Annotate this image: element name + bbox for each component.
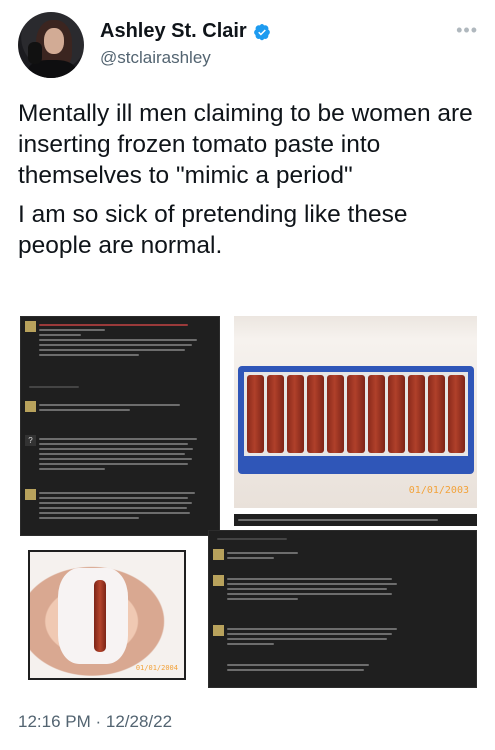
microphone-icon: [28, 42, 42, 64]
user-avatar: [213, 661, 224, 672]
user-avatar: [25, 489, 36, 500]
user-avatar: [213, 625, 224, 636]
user-avatar: [25, 321, 36, 332]
tweet-header: Ashley St. Clair @stclairashley •••: [18, 12, 478, 82]
photo-caption: [234, 514, 477, 526]
forum-screenshot-left[interactable]: ?: [20, 316, 220, 536]
avatar-face: [44, 28, 64, 54]
author-handle[interactable]: @stclairashley: [100, 48, 211, 68]
display-name[interactable]: Ashley St. Clair: [100, 20, 247, 43]
tweet-text: Mentally ill men claiming to be women ar…: [18, 98, 480, 269]
author-name-row[interactable]: Ashley St. Clair: [100, 20, 271, 43]
white-pad: [58, 568, 128, 664]
tomato-paste-tray-photo[interactable]: 01/01/2003: [234, 316, 477, 508]
tomato-stick: [94, 580, 106, 652]
tray: [238, 366, 474, 474]
avatar[interactable]: [18, 12, 84, 78]
user-avatar: ?: [25, 435, 36, 446]
tweet-timestamp[interactable]: 12:16 PM · 12/28/22: [18, 712, 172, 732]
user-avatar: [213, 575, 224, 586]
more-horizontal-icon[interactable]: •••: [456, 20, 478, 41]
verified-badge-icon: [253, 23, 270, 40]
user-avatar: [213, 549, 224, 560]
tweet-paragraph: Mentally ill men claiming to be women ar…: [18, 100, 473, 189]
tweet-paragraph: I am so sick of pretending like these pe…: [18, 201, 408, 259]
photo-date-stamp: 01/01/2003: [408, 485, 469, 496]
photo-date-stamp: 01/01/2004: [135, 664, 178, 672]
hand-holding-stick-photo[interactable]: 01/01/2004: [28, 550, 186, 680]
user-avatar: [25, 401, 36, 412]
forum-screenshot-right[interactable]: [208, 530, 477, 688]
tweet-media-grid[interactable]: ? 01/01/2003 01/01/2004: [18, 314, 479, 688]
